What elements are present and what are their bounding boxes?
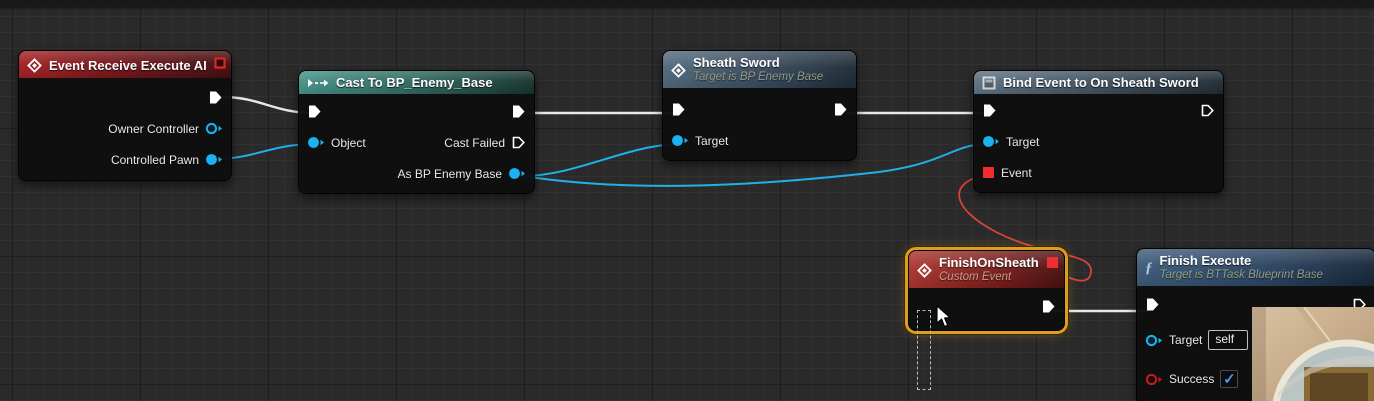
exec-out-pin[interactable] xyxy=(1200,103,1215,118)
node-sheath-sword[interactable]: Sheath Sword Target is BP Enemy Base Tar… xyxy=(662,50,857,161)
node-title: Bind Event to On Sheath Sword xyxy=(1003,75,1199,90)
controlled-pawn-pin[interactable]: Controlled Pawn xyxy=(111,153,223,167)
function-icon: ƒ xyxy=(1145,261,1153,276)
pin-label: Target xyxy=(695,134,728,148)
node-event-receive-execute-ai[interactable]: Event Receive Execute AI Owner Controlle… xyxy=(18,50,232,181)
target-pin[interactable]: Target xyxy=(982,135,1039,149)
node-title: Event Receive Execute AI xyxy=(49,58,207,73)
node-header: FinishOnSheath Custom Event xyxy=(909,251,1064,288)
event-diamond-icon xyxy=(27,58,42,73)
exec-in-pin[interactable] xyxy=(671,102,686,117)
owner-controller-pin[interactable]: Owner Controller xyxy=(108,122,223,136)
node-title: FinishOnSheath xyxy=(939,256,1039,271)
pin-label: Object xyxy=(331,136,366,150)
node-header: Event Receive Execute AI xyxy=(19,51,231,78)
blueprint-graph-canvas[interactable]: Event Receive Execute AI Owner Controlle… xyxy=(0,0,1374,401)
node-cast-to-bp-enemy-base[interactable]: Cast To BP_Enemy_Base Object Cast Failed xyxy=(298,70,535,194)
target-value-field[interactable]: self xyxy=(1208,330,1248,350)
event-delegate-pin[interactable]: Event xyxy=(982,166,1032,180)
cast-icon xyxy=(307,77,329,89)
success-checkbox[interactable]: ✓ xyxy=(1220,370,1238,388)
webcam-overlay xyxy=(1252,307,1374,401)
node-header: Sheath Sword Target is BP Enemy Base xyxy=(663,51,856,88)
delegate-pin-unconnected[interactable] xyxy=(214,56,226,74)
event-diamond-icon xyxy=(671,63,686,78)
pin-label: Target xyxy=(1006,135,1039,149)
exec-in-pin[interactable] xyxy=(1145,297,1160,312)
mouse-cursor xyxy=(936,305,953,329)
bind-event-icon xyxy=(982,76,996,90)
node-header: ƒ Finish Execute Target is BTTask Bluepr… xyxy=(1137,249,1374,286)
pin-label: Cast Failed xyxy=(444,136,505,150)
wire-data-asenemy-to-sheathtarget xyxy=(523,144,676,176)
as-bp-enemy-base-pin[interactable]: As BP Enemy Base xyxy=(398,167,527,181)
target-pin[interactable]: Target xyxy=(671,134,728,148)
node-subtitle: Target is BTTask Blueprint Base xyxy=(1160,269,1323,282)
exec-out-pin[interactable] xyxy=(1041,299,1056,314)
node-title: Sheath Sword xyxy=(693,56,823,71)
exec-in-pin[interactable] xyxy=(307,104,322,119)
node-title: Cast To BP_Enemy_Base xyxy=(336,75,493,90)
pin-label: Owner Controller xyxy=(108,122,199,136)
object-pin[interactable]: Object xyxy=(307,136,366,150)
pin-label: Success xyxy=(1169,372,1214,386)
top-edge-shade xyxy=(0,0,1374,11)
node-header: Cast To BP_Enemy_Base xyxy=(299,71,534,94)
pin-label: Target xyxy=(1169,333,1202,347)
node-subtitle: Target is BP Enemy Base xyxy=(693,71,823,84)
pin-label: Event xyxy=(1001,166,1032,180)
node-finish-on-sheath[interactable]: FinishOnSheath Custom Event xyxy=(908,250,1065,331)
cast-failed-pin[interactable]: Cast Failed xyxy=(444,135,526,150)
pin-label: Controlled Pawn xyxy=(111,153,199,167)
target-pin[interactable]: Target self xyxy=(1145,330,1248,350)
exec-in-pin[interactable] xyxy=(982,103,997,118)
selection-marquee xyxy=(917,310,931,390)
pin-label: As BP Enemy Base xyxy=(398,167,503,181)
exec-out-pin[interactable] xyxy=(511,104,526,119)
delegate-pin-connected[interactable] xyxy=(1046,256,1059,274)
success-pin[interactable]: Success ✓ xyxy=(1145,370,1238,388)
node-subtitle: Custom Event xyxy=(939,271,1039,284)
node-bind-event-to-on-sheath-sword[interactable]: Bind Event to On Sheath Sword Target xyxy=(973,70,1224,193)
node-title: Finish Execute xyxy=(1160,254,1323,269)
exec-out-pin[interactable] xyxy=(833,102,848,117)
event-diamond-icon xyxy=(917,263,932,278)
node-header: Bind Event to On Sheath Sword xyxy=(974,71,1223,94)
exec-out-pin[interactable] xyxy=(208,90,223,105)
